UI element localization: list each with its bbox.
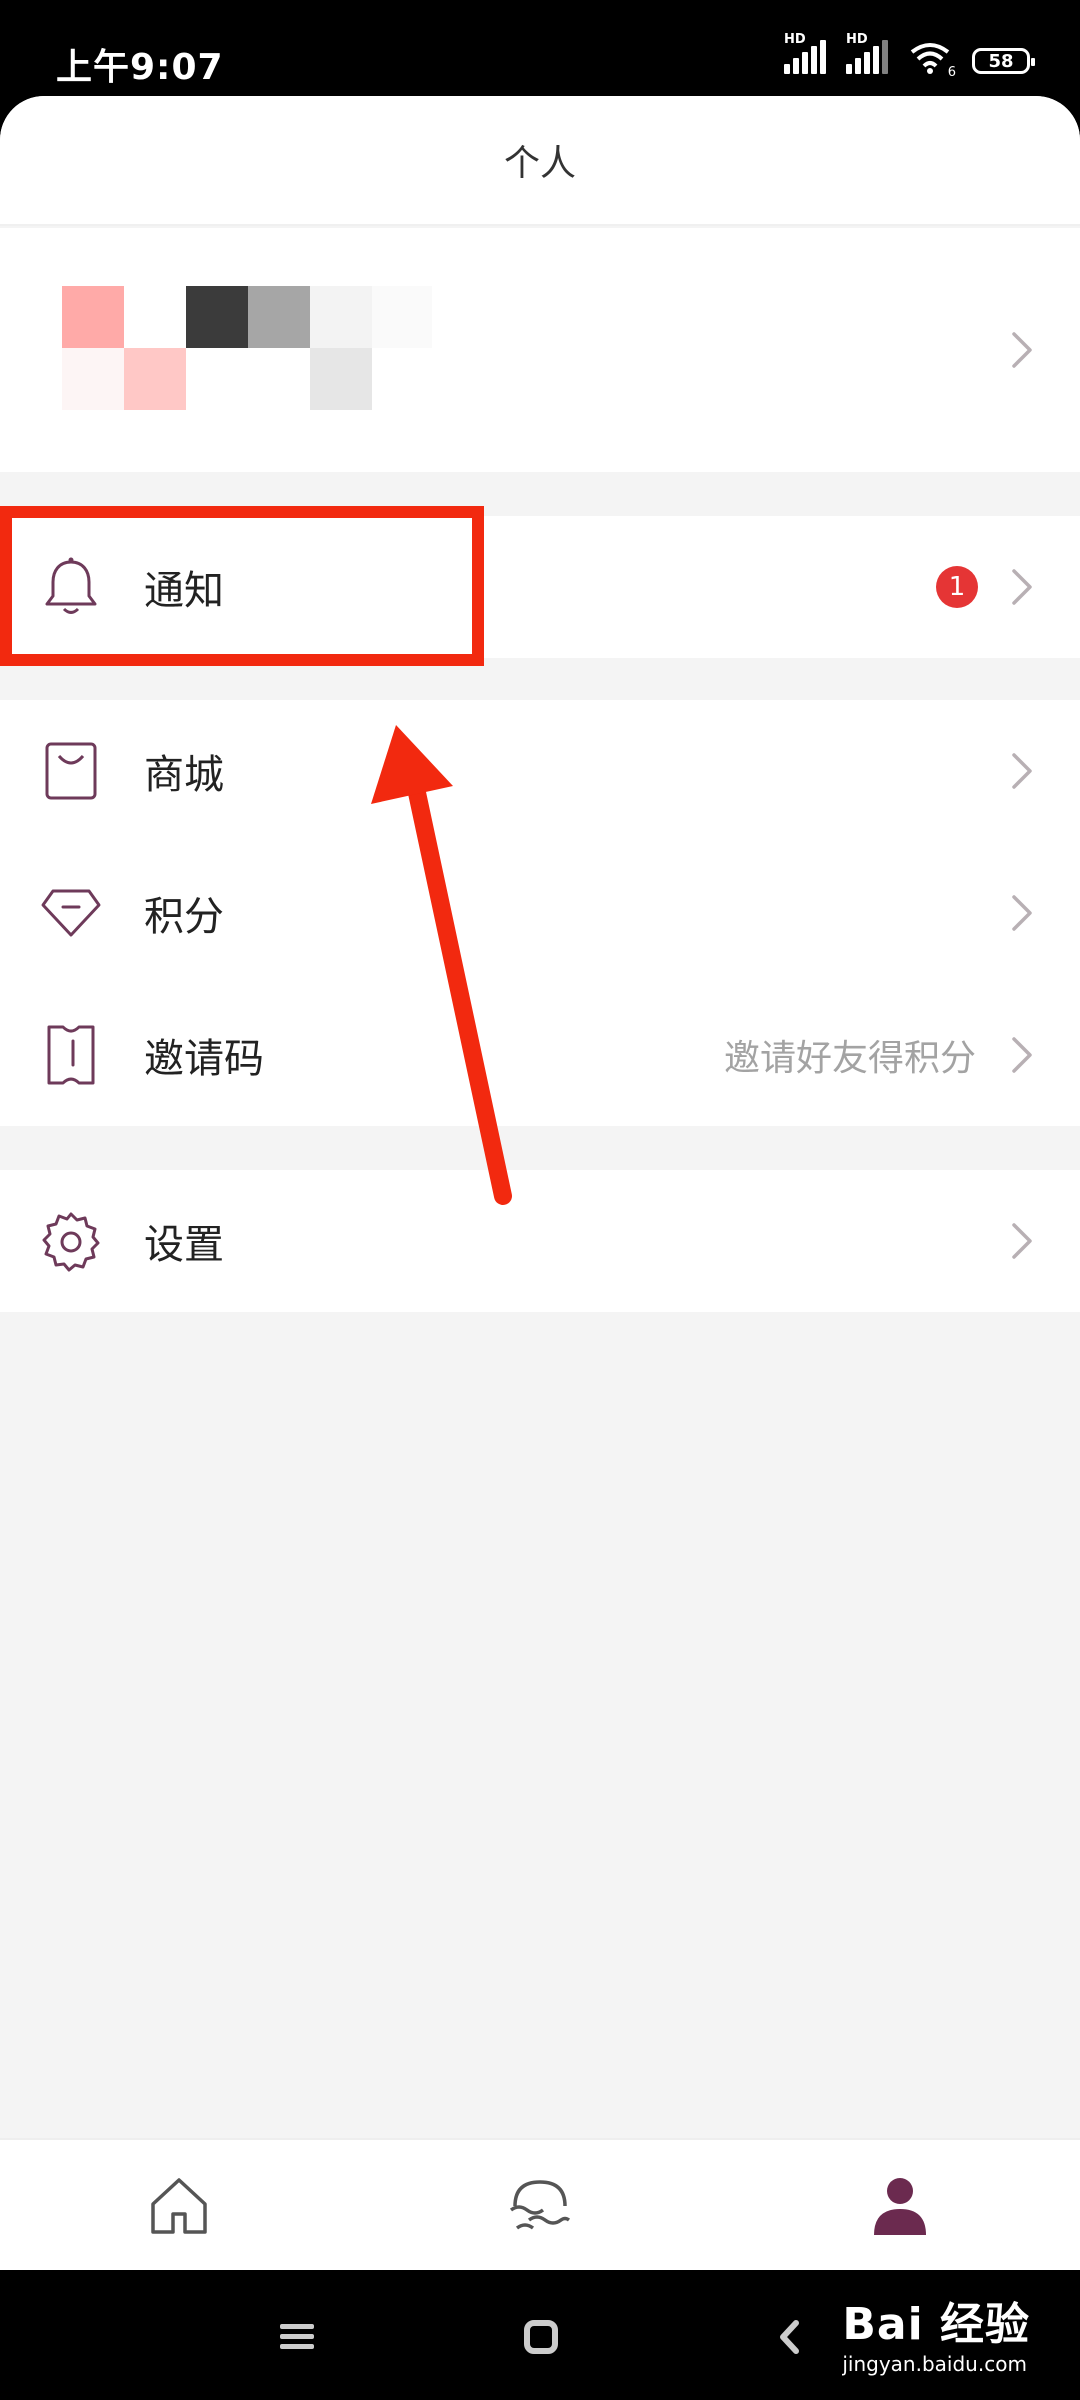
chevron-right-icon <box>1012 753 1032 789</box>
status-icons: HD HD 6 58 <box>784 32 1035 80</box>
status-time: 上午9:07 <box>56 47 224 88</box>
gear-icon <box>38 1208 104 1274</box>
home-icon <box>151 2178 207 2234</box>
cellular-signal-icon: HD <box>846 32 888 74</box>
square-home-icon <box>524 2320 558 2354</box>
header: 个人 <box>0 96 1080 226</box>
battery-icon: 58 <box>972 48 1035 74</box>
menu-icon <box>280 2324 314 2349</box>
watermark-url: jingyan.baidu.com <box>842 2352 1027 2376</box>
menu-item-mall[interactable]: 商城 <box>0 700 1080 842</box>
tab-profile[interactable] <box>860 2166 940 2246</box>
chevron-right-icon <box>1012 569 1032 605</box>
menu-item-label: 设置 <box>144 1222 224 1268</box>
avatar-pixelated <box>0 228 460 472</box>
baidu-jingyan-logo: Bai 经验 <box>842 2299 1030 2350</box>
menu-item-invite-code[interactable]: 邀请码 邀请好友得积分 <box>0 984 1080 1126</box>
diamond-icon <box>38 880 104 946</box>
back-nav-button[interactable] <box>764 2312 814 2362</box>
chevron-right-icon <box>1012 895 1032 931</box>
menu-item-label: 邀请码 <box>144 1036 264 1082</box>
menu-group-main: 商城 积分 邀请码 邀请好友得积分 <box>0 700 1080 1126</box>
bottom-tab-bar <box>0 2138 1080 2270</box>
tab-home[interactable] <box>139 2166 219 2246</box>
menu-item-points[interactable]: 积分 <box>0 842 1080 984</box>
page-title: 个人 <box>503 143 576 184</box>
menu-item-label: 积分 <box>144 894 224 940</box>
discover-icon <box>509 2180 571 2230</box>
annotation-highlight-box <box>0 506 484 666</box>
profile-icon <box>874 2178 926 2235</box>
menu-item-label: 商城 <box>144 752 224 798</box>
cellular-signal-icon: HD <box>784 32 826 74</box>
menu-group-settings: 设置 <box>0 1170 1080 1312</box>
notification-badge: 1 <box>936 566 978 608</box>
tab-discover[interactable] <box>500 2166 580 2246</box>
system-nav-bar: Bai 经验 jingyan.baidu.com <box>0 2270 1080 2400</box>
shopping-bag-icon <box>38 738 104 804</box>
chevron-right-icon <box>1012 1037 1032 1073</box>
back-icon <box>780 2320 799 2354</box>
wifi-icon: 6 <box>908 40 956 80</box>
ticket-icon <box>38 1022 104 1088</box>
app-screen: 个人 通知 1 商城 积分 邀请码 邀请好友得积分 设置 <box>0 96 1080 2270</box>
home-nav-button[interactable] <box>516 2312 566 2362</box>
status-bar: 上午9:07 HD HD 6 58 <box>0 0 1080 96</box>
chevron-right-icon <box>1012 1223 1032 1259</box>
profile-card[interactable] <box>0 228 1080 472</box>
invite-hint: 邀请好友得积分 <box>723 1038 976 1079</box>
chevron-right-icon <box>1012 332 1032 368</box>
menu-nav-button[interactable] <box>272 2312 322 2362</box>
menu-item-settings[interactable]: 设置 <box>0 1170 1080 1312</box>
watermark: Bai 经验 jingyan.baidu.com <box>842 2288 1030 2376</box>
